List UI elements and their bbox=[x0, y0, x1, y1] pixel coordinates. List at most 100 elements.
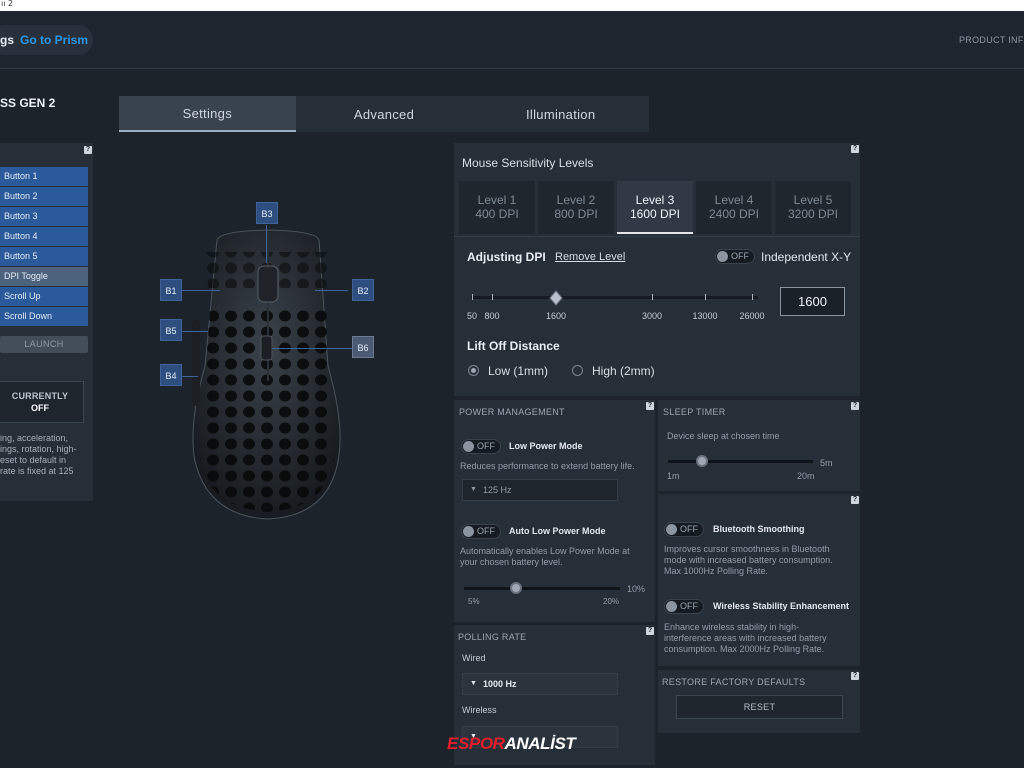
tab-illumination[interactable]: Illumination bbox=[472, 96, 649, 132]
power-management-panel: ? POWER MANAGEMENT OFF Low Power Mode Re… bbox=[454, 400, 655, 622]
sleep-min-label: 1m bbox=[667, 471, 680, 481]
mouse-tag-b5[interactable]: B5 bbox=[160, 319, 182, 341]
lift-high-radio[interactable] bbox=[572, 365, 583, 376]
product-info-link[interactable]: PRODUCT INFO bbox=[959, 35, 1024, 45]
button-list: Button 1 Button 2 Button 3 Button 4 Butt… bbox=[0, 167, 88, 327]
wired-label: Wired bbox=[462, 653, 486, 663]
auto-low-power-toggle[interactable]: OFF bbox=[461, 524, 501, 539]
sleep-slider[interactable] bbox=[668, 460, 813, 463]
bluetooth-smoothing-desc: Improves cursor smoothness in Bluetooth m… bbox=[664, 544, 833, 577]
go-to-prism-link[interactable]: Go to Prism bbox=[20, 33, 88, 47]
battery-level-slider[interactable] bbox=[464, 587, 620, 590]
dpi-level-tabs: Level 1 400 DPI Level 2 800 DPI Level 3 160… bbox=[459, 181, 851, 234]
low-power-rate-dropdown[interactable]: ▼ 125 Hz bbox=[462, 479, 618, 501]
dpi-level-1[interactable]: Level 1 400 DPI bbox=[459, 181, 535, 234]
lift-low-radio[interactable] bbox=[468, 365, 479, 376]
mouse-tag-b3[interactable]: B3 bbox=[256, 202, 278, 224]
callout-line bbox=[182, 376, 198, 377]
nav-pill: gs Go to Prism bbox=[0, 25, 93, 55]
desc-line: Automatically enables Low Power Mode at bbox=[460, 546, 630, 556]
help-icon[interactable]: ? bbox=[646, 627, 654, 635]
dpi-tick bbox=[752, 294, 753, 300]
dropdown-value: 1000 Hz bbox=[483, 679, 517, 689]
launch-button[interactable]: LAUNCH bbox=[0, 336, 88, 353]
reset-button[interactable]: RESET bbox=[676, 695, 843, 719]
lift-low-label: Low (1mm) bbox=[488, 364, 549, 378]
dpi-slider-thumb[interactable] bbox=[549, 290, 563, 306]
level-dpi: 1600 DPI bbox=[629, 207, 681, 221]
help-icon[interactable]: ? bbox=[851, 402, 859, 410]
button-assignment-panel: ? Button 1 Button 2 Button 3 Button 4 Bu… bbox=[0, 143, 93, 501]
dpi-level-3[interactable]: Level 3 1600 DPI bbox=[617, 181, 693, 234]
dpi-tick bbox=[652, 294, 653, 300]
bluetooth-smoothing-toggle[interactable]: OFF bbox=[664, 522, 704, 537]
wireless-stability-label: Wireless Stability Enhancement bbox=[713, 601, 849, 611]
mouse-tag-b4[interactable]: B4 bbox=[160, 364, 182, 386]
desc-line: mode with increased battery consumption. bbox=[664, 555, 833, 565]
mouse-tag-b2[interactable]: B2 bbox=[352, 279, 374, 301]
lift-high-label: High (2mm) bbox=[592, 364, 655, 378]
watermark-part: ESPOR bbox=[447, 734, 505, 753]
button-item-dpi-toggle[interactable]: DPI Toggle bbox=[0, 267, 88, 286]
button-item-2[interactable]: Button 2 bbox=[0, 187, 88, 206]
independent-xy-toggle[interactable]: OFF bbox=[715, 249, 755, 264]
dpi-value-input[interactable]: 1600 bbox=[780, 287, 845, 316]
low-power-toggle[interactable]: OFF bbox=[461, 439, 501, 454]
auto-low-power-label: Auto Low Power Mode bbox=[509, 526, 606, 536]
callout-line bbox=[266, 225, 267, 263]
mouse-tag-b1[interactable]: B1 bbox=[160, 279, 182, 301]
remove-level-link[interactable]: Remove Level bbox=[555, 251, 625, 263]
lift-off-title: Lift Off Distance bbox=[467, 339, 560, 353]
desc-line: rate is fixed at 125 bbox=[0, 466, 74, 476]
sleep-timer-panel: ? SLEEP TIMER Device sleep at chosen tim… bbox=[658, 400, 860, 491]
toggle-knob bbox=[666, 601, 677, 612]
battery-level-value: 10% bbox=[627, 584, 646, 594]
dpi-level-4[interactable]: Level 4 2400 DPI bbox=[696, 181, 772, 234]
wireless-options-panel: ? OFF Bluetooth Smoothing Improves curso… bbox=[658, 494, 860, 666]
toggle-text: OFF bbox=[477, 441, 495, 451]
level-dpi: 800 DPI bbox=[554, 207, 598, 221]
battery-max-label: 20% bbox=[603, 597, 620, 606]
toggle-knob bbox=[717, 251, 728, 262]
level-name: Level 5 bbox=[793, 193, 833, 207]
battery-slider-thumb[interactable] bbox=[510, 582, 522, 594]
dpi-level-2[interactable]: Level 2 800 DPI bbox=[538, 181, 614, 234]
tab-advanced[interactable]: Advanced bbox=[296, 96, 473, 132]
level-name: Level 1 bbox=[477, 193, 517, 207]
wired-rate-dropdown[interactable]: ▼ 1000 Hz bbox=[462, 673, 618, 695]
wireless-stability-toggle[interactable]: OFF bbox=[664, 599, 704, 614]
nav-fragment: gs bbox=[0, 33, 15, 47]
tab-settings[interactable]: Settings bbox=[119, 96, 296, 132]
mouse-tag-b6[interactable]: B6 bbox=[352, 336, 374, 358]
desc-line: Enhance wireless stability in high- bbox=[664, 622, 800, 632]
button-item-4[interactable]: Button 4 bbox=[0, 227, 88, 246]
independent-xy-label: Independent X-Y bbox=[761, 250, 852, 264]
auto-low-power-desc: Automatically enables Low Power Mode at y… bbox=[460, 546, 630, 568]
toggle-knob bbox=[666, 524, 677, 535]
level-dpi: 2400 DPI bbox=[708, 207, 760, 221]
sleep-max-label: 20m bbox=[797, 471, 815, 481]
desc-line: consumption. Max 2000Hz Polling Rate. bbox=[664, 644, 825, 654]
low-power-desc: Reduces performance to extend battery li… bbox=[460, 461, 635, 471]
dropdown-value: 125 Hz bbox=[483, 485, 512, 495]
watermark-part: ANALİST bbox=[504, 734, 576, 753]
help-icon[interactable]: ? bbox=[851, 496, 859, 504]
button-item-scroll-down[interactable]: Scroll Down bbox=[0, 307, 88, 326]
dpi-slider-track[interactable] bbox=[471, 296, 758, 299]
sleep-slider-thumb[interactable] bbox=[696, 455, 708, 467]
help-icon[interactable]: ? bbox=[851, 145, 859, 153]
toggle-knob bbox=[463, 441, 474, 452]
help-icon[interactable]: ? bbox=[84, 146, 92, 154]
dpi-level-5[interactable]: Level 5 3200 DPI bbox=[775, 181, 851, 234]
dpi-tick-label: 1600 bbox=[545, 311, 567, 321]
button-item-5[interactable]: Button 5 bbox=[0, 247, 88, 266]
button-item-1[interactable]: Button 1 bbox=[0, 167, 88, 186]
power-title: POWER MANAGEMENT bbox=[459, 407, 565, 417]
button-item-scroll-up[interactable]: Scroll Up bbox=[0, 287, 88, 306]
help-icon[interactable]: ? bbox=[851, 672, 859, 680]
callout-line bbox=[315, 290, 348, 291]
desc-line: Max 1000Hz Polling Rate. bbox=[664, 566, 769, 576]
button-item-3[interactable]: Button 3 bbox=[0, 207, 88, 226]
restore-title: RESTORE FACTORY DEFAULTS bbox=[662, 677, 806, 687]
help-icon[interactable]: ? bbox=[646, 402, 654, 410]
